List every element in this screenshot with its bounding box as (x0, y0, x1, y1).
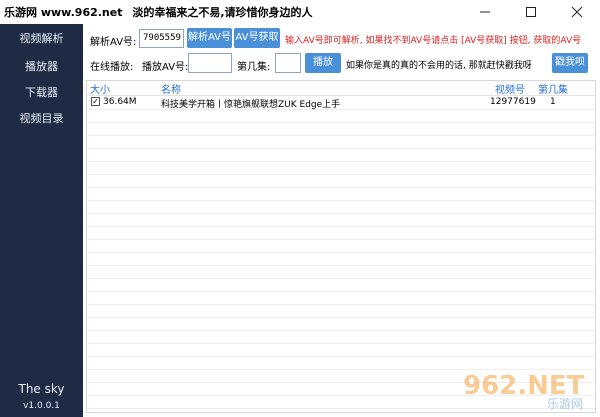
site-label: 乐游网 www.962.net (4, 6, 123, 19)
header-size[interactable]: 大小 (90, 81, 110, 96)
row-checkbox[interactable]: ✓ (91, 97, 100, 106)
header-video-id[interactable]: 视频号 (495, 81, 525, 96)
fetch-av-button[interactable]: AV号获取 (234, 28, 280, 48)
sidebar-item-directory[interactable]: 视频目录 (0, 110, 83, 126)
row-gridlines (87, 109, 595, 409)
episode-input[interactable] (275, 53, 301, 73)
maximize-icon (526, 7, 536, 17)
play-av-label: 播放AV号: (142, 62, 189, 73)
title-text: 淡的幸福来之不易,请珍惜你身边的人 (132, 6, 313, 19)
close-button[interactable] (554, 0, 600, 24)
close-icon (571, 6, 583, 18)
parse-av-button[interactable]: 解析AV号 (187, 28, 232, 48)
app-version: v1.0.0.1 (23, 401, 60, 411)
app-name: The sky (18, 382, 65, 396)
watermark-logo: 962.NET 乐游网 (455, 366, 595, 412)
header-episode[interactable]: 第几集 (538, 81, 568, 96)
watermark-sub: 乐游网 (547, 397, 583, 411)
parse-hint: 输入AV号即可解析, 如果找不到AV号请点击 [AV号获取] 按钮, 获取的AV… (285, 36, 582, 46)
header-name[interactable]: 名称 (161, 81, 181, 96)
minimize-icon (480, 11, 490, 13)
sidebar-item-player[interactable]: 播放器 (0, 58, 83, 74)
title-bar: 乐游网 www.962.net 淡的幸福来之不易,请珍惜你身边的人 (0, 0, 600, 24)
poke-me-button[interactable]: 戳我呗 (552, 53, 588, 73)
cell-video-id: 12977619 (490, 97, 536, 107)
cell-episode: 1 (550, 97, 556, 107)
help-note: 如果你是真的真的不会用的话, 那就赶快戳我呀 (346, 61, 532, 71)
cell-size: 36.64M (103, 97, 137, 107)
episode-label: 第几集: (237, 62, 271, 73)
sidebar: 视频解析 播放器 下载器 视频目录 The sky v1.0.0.1 (0, 24, 83, 417)
cell-name: 科技美学开箱丨惊艳旗舰联想ZUK Edge上手 (161, 100, 341, 110)
av-number-input[interactable]: 7905559 (139, 29, 184, 48)
parse-label: 解析AV号: (90, 37, 137, 48)
video-list: 大小 名称 视频号 第几集 ✓ 36.64M 科技美学开箱丨惊艳旗舰联想ZUK … (86, 80, 596, 413)
table-row[interactable]: ✓ 36.64M 科技美学开箱丨惊艳旗舰联想ZUK Edge上手 1297761… (87, 96, 595, 110)
play-button[interactable]: 播放 (305, 53, 341, 73)
sidebar-item-downloader[interactable]: 下载器 (0, 84, 83, 100)
sidebar-item-parse[interactable]: 视频解析 (0, 30, 83, 46)
watermark-graphic: 962.NET 乐游网 (463, 371, 585, 411)
maximize-button[interactable] (508, 0, 554, 24)
play-av-input[interactable] (188, 53, 232, 73)
minimize-button[interactable] (462, 0, 508, 24)
online-play-label: 在线播放: (90, 62, 134, 73)
window-title: 乐游网 www.962.net 淡的幸福来之不易,请珍惜你身边的人 (4, 4, 313, 20)
